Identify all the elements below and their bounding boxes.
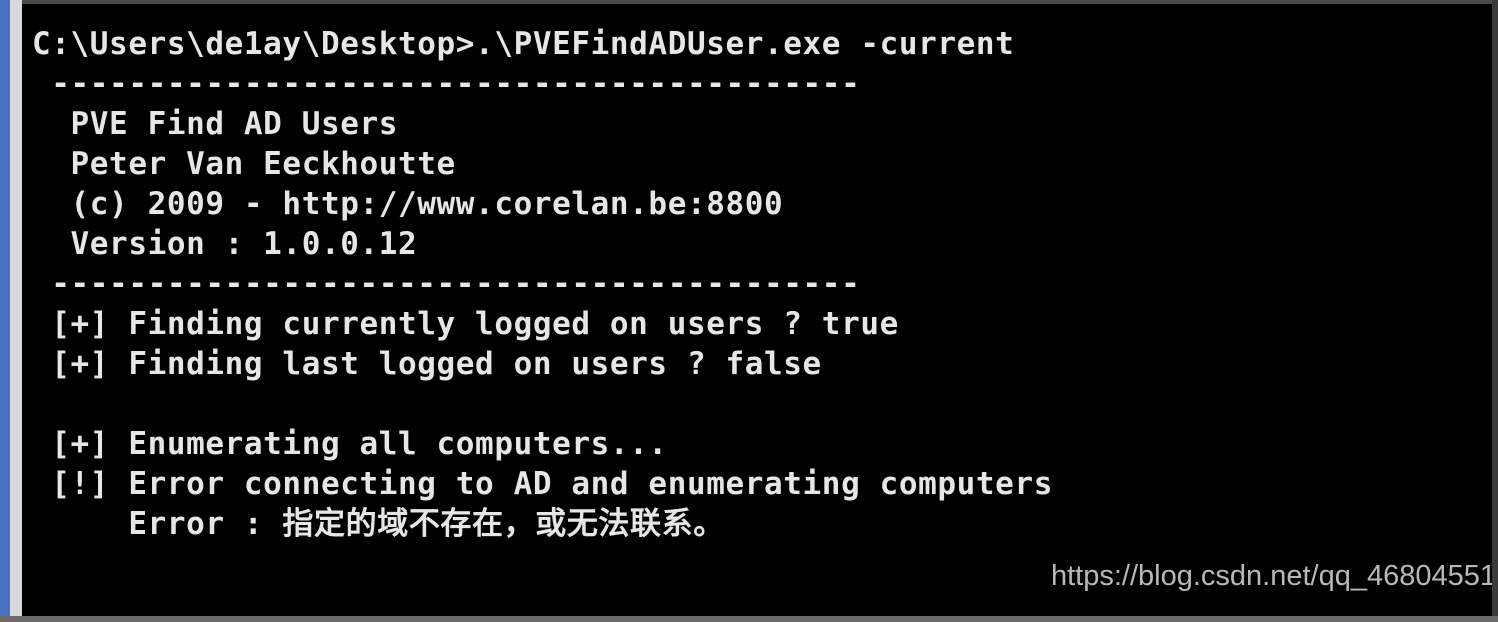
console-window: C:\Users\de1ay\Desktop>.\PVEFindADUser.e… <box>0 0 1498 622</box>
banner-version: Version : 1.0.0.12 <box>32 226 418 262</box>
error-line: [!] Error connecting to AD and enumerati… <box>32 466 1053 502</box>
separator-line: ----------------------------------------… <box>32 66 861 102</box>
banner-copyright: (c) 2009 - http://www.corelan.be:8800 <box>32 186 784 222</box>
separator-line: ----------------------------------------… <box>32 266 861 302</box>
output-line: [+] Finding last logged on users ? false <box>32 346 822 382</box>
window-right-edge <box>1492 0 1498 622</box>
banner-author: Peter Van Eeckhoutte <box>32 146 456 182</box>
window-left-frame <box>10 0 22 622</box>
console-output[interactable]: C:\Users\de1ay\Desktop>.\PVEFindADUser.e… <box>22 4 1492 616</box>
watermark-url: https://blog.csdn.net/qq_46804551 <box>1050 560 1496 592</box>
output-line: [+] Finding currently logged on users ? … <box>32 306 899 342</box>
error-detail-line: Error : 指定的域不存在，或无法联系。 <box>32 506 725 542</box>
window-left-edge <box>0 0 10 622</box>
banner-title: PVE Find AD Users <box>32 106 399 142</box>
window-bottom-edge <box>0 616 1498 622</box>
command-line: C:\Users\de1ay\Desktop>.\PVEFindADUser.e… <box>32 26 1015 62</box>
output-line: [+] Enumerating all computers... <box>32 426 668 462</box>
